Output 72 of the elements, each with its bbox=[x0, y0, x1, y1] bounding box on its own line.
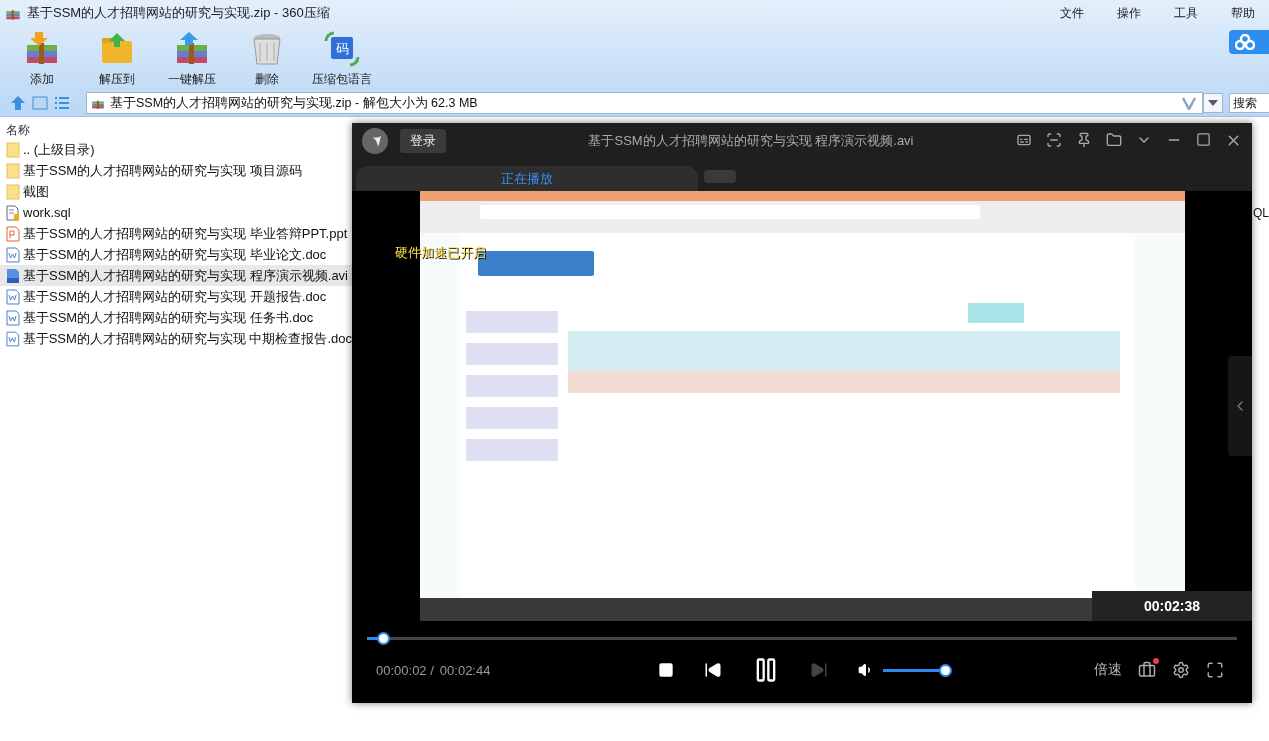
file-row[interactable]: 基于SSM的人才招聘网站的研究与实现 开题报告.doc bbox=[0, 286, 352, 307]
toolbar-button[interactable]: 删除 bbox=[229, 26, 304, 88]
file-name: 基于SSM的人才招聘网站的研究与实现 任务书.doc bbox=[23, 308, 314, 327]
file-name: 截图 bbox=[23, 182, 49, 201]
document-file-icon bbox=[6, 246, 20, 263]
file-row[interactable]: 基于SSM的人才招聘网站的研究与实现 程序演示视频.avi bbox=[0, 265, 352, 286]
screenshot-icon[interactable] bbox=[1046, 132, 1062, 148]
file-row[interactable]: work.sql bbox=[0, 202, 352, 223]
speed-button[interactable]: 倍速 bbox=[1094, 661, 1122, 679]
volume-thumb[interactable] bbox=[939, 663, 953, 677]
menu-item[interactable]: 工具 bbox=[1174, 4, 1198, 22]
folder-icon bbox=[6, 162, 20, 179]
file-row[interactable]: 基于SSM的人才招聘网站的研究与实现 毕业论文.doc bbox=[0, 244, 352, 265]
dropdown-button[interactable] bbox=[1203, 93, 1223, 113]
player-title: 基于SSM的人才招聘网站的研究与实现 程序演示视频.avi bbox=[587, 131, 915, 150]
maximize-icon[interactable] bbox=[1196, 132, 1211, 147]
file-type: QL bbox=[1253, 205, 1269, 220]
file-row[interactable]: 基于SSM的人才招聘网站的研究与实现 任务书.doc bbox=[0, 307, 352, 328]
file-name: 基于SSM的人才招聘网站的研究与实现 毕业答辩PPT.ppt bbox=[23, 224, 348, 243]
window-title: 基于SSM的人才招聘网站的研究与实现.zip - 360压缩 bbox=[27, 4, 330, 22]
hover-time-tooltip: 00:02:38 bbox=[1092, 591, 1252, 621]
player-logo-icon bbox=[362, 127, 388, 154]
cloud-button[interactable] bbox=[1229, 30, 1269, 54]
file-row[interactable]: 基于SSM的人才招聘网站的研究与实现 项目源码 bbox=[0, 160, 352, 181]
search-field[interactable]: 搜索 bbox=[1229, 93, 1269, 113]
caret-icon bbox=[1208, 100, 1218, 106]
document-file-icon bbox=[6, 288, 20, 305]
toolbar-button[interactable]: 解压到 bbox=[79, 26, 154, 88]
file-name: 基于SSM的人才招聘网站的研究与实现 中期检查报告.doc bbox=[22, 329, 352, 348]
presentation-file-icon bbox=[6, 225, 20, 242]
tab[interactable]: 正在播放 bbox=[356, 166, 698, 191]
file-row[interactable]: 基于SSM的人才招聘网站的研究与实现 毕业答辩PPT.ppt bbox=[0, 223, 352, 244]
document-file-icon bbox=[6, 330, 20, 347]
menu-item[interactable]: 文件 bbox=[1060, 4, 1084, 22]
stop-button[interactable] bbox=[658, 662, 675, 678]
toolbox-icon[interactable] bbox=[1138, 661, 1156, 679]
toolbar-button[interactable]: 添加 bbox=[4, 26, 79, 88]
video-file-icon bbox=[6, 267, 20, 284]
folder-icon bbox=[6, 141, 20, 158]
pin-icon[interactable] bbox=[1076, 132, 1092, 148]
progress-thumb[interactable] bbox=[376, 631, 390, 645]
file-name: 基于SSM的人才招聘网站的研究与实现 项目源码 bbox=[23, 161, 302, 180]
folder-icon bbox=[6, 183, 20, 200]
file-name: 基于SSM的人才招聘网站的研究与实现 程序演示视频.avi bbox=[23, 266, 348, 285]
skip-forward-icon bbox=[810, 661, 829, 679]
document-file-icon bbox=[6, 309, 20, 326]
menu-item[interactable]: 帮助 bbox=[1231, 4, 1255, 22]
menu-item[interactable]: 操作 bbox=[1117, 4, 1141, 22]
duration: 00:02:44 bbox=[439, 662, 491, 678]
subtitle-icon[interactable] bbox=[1016, 132, 1032, 148]
file-row[interactable]: .. (上级目录) bbox=[0, 139, 352, 160]
cloud-icon bbox=[1235, 34, 1255, 50]
side-panel-toggle[interactable] bbox=[1228, 356, 1252, 456]
stop-icon bbox=[658, 662, 675, 678]
toolbar-button[interactable]: 一键解压 bbox=[154, 26, 229, 88]
toolbar-button[interactable]: 码 压缩包语言 bbox=[304, 26, 379, 88]
skip-back-icon bbox=[704, 661, 723, 679]
settings-icon[interactable] bbox=[1172, 661, 1190, 679]
v-logo-icon bbox=[1182, 96, 1196, 110]
folder-icon[interactable] bbox=[1106, 132, 1122, 148]
login-button[interactable]: 登录 bbox=[400, 128, 446, 153]
elapsed-time: 00:00:02 / bbox=[376, 662, 434, 678]
file-name: .. (上级目录) bbox=[23, 140, 95, 159]
address-field[interactable]: 基于SSM的人才招聘网站的研究与实现.zip - 解包大小为 62.3 MB bbox=[86, 92, 1203, 114]
previous-button[interactable] bbox=[704, 661, 723, 679]
fullscreen-icon[interactable] bbox=[1206, 661, 1224, 679]
file-row[interactable]: 基于SSM的人才招聘网站的研究与实现 中期检查报告.doc bbox=[0, 328, 352, 349]
file-name: 基于SSM的人才招聘网站的研究与实现 毕业论文.doc bbox=[23, 245, 327, 264]
file-row[interactable]: 截图 bbox=[0, 181, 352, 202]
file-name: work.sql bbox=[23, 205, 71, 220]
file-name: 基于SSM的人才招聘网站的研究与实现 开题报告.doc bbox=[23, 287, 327, 306]
database-file-icon bbox=[6, 204, 20, 221]
